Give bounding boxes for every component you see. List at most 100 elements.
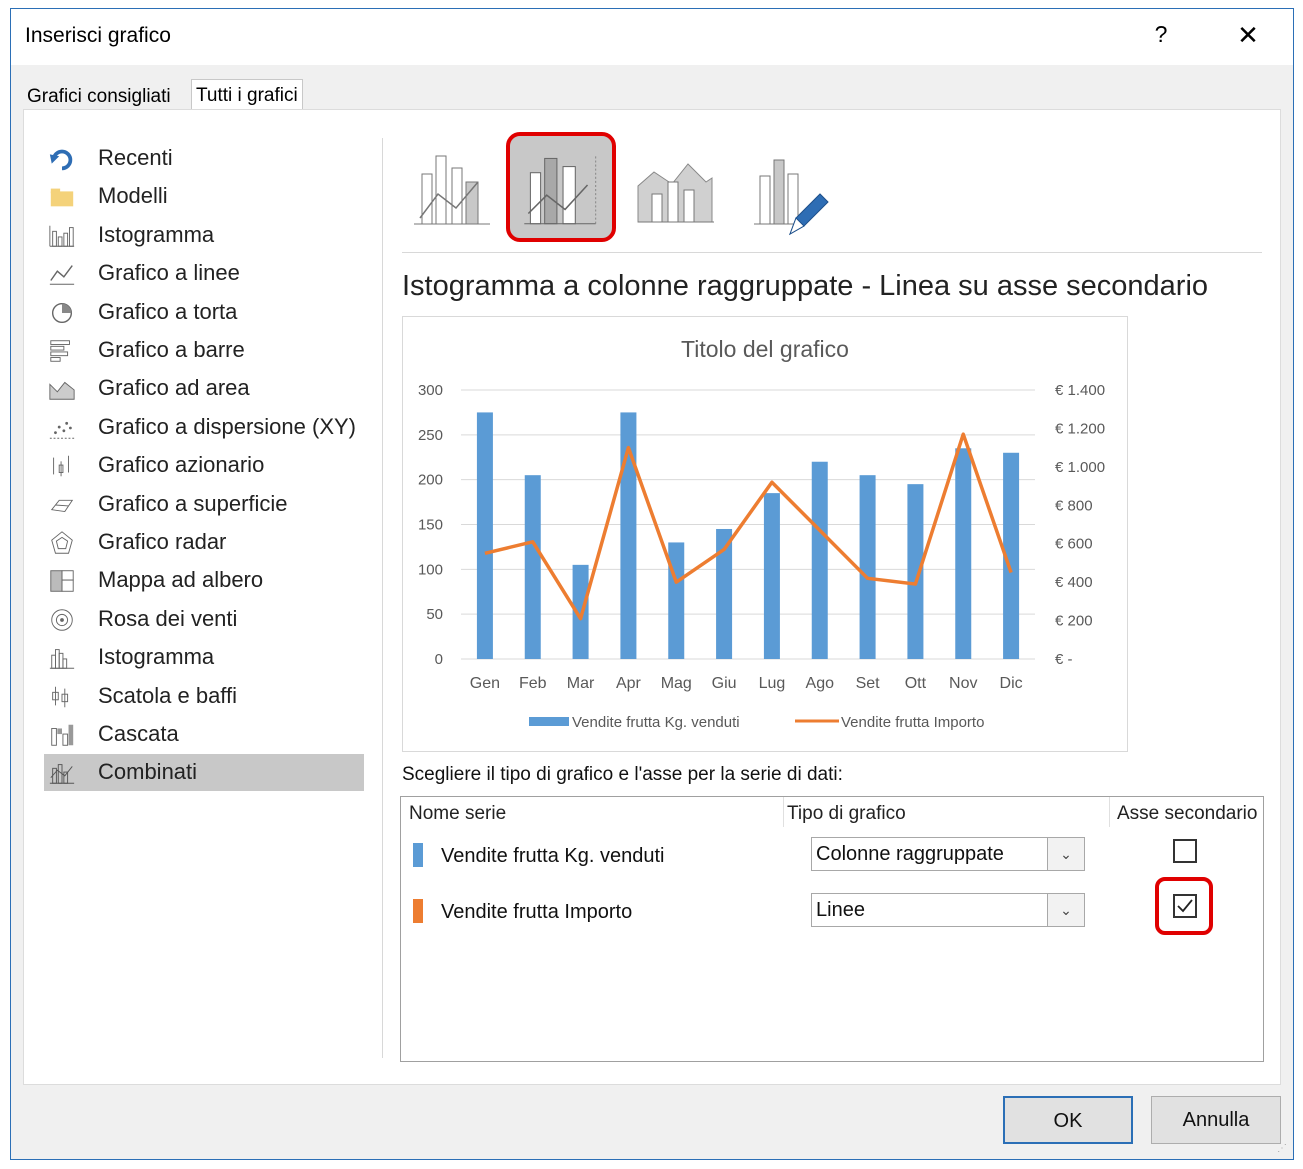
sidebar-item-label: Grafico a dispersione (XY) (98, 413, 356, 439)
clustered-column-line-secondary-axis-icon (524, 156, 597, 225)
series-table: Nome serie Tipo di grafico Asse secondar… (400, 796, 1264, 1062)
recent-icon (48, 145, 76, 173)
bar (763, 493, 780, 659)
sidebar-item[interactable]: Grafico azionario (44, 447, 364, 484)
box-whisker-icon (48, 683, 76, 711)
divider (402, 252, 1262, 253)
sidebar-item-label: Recenti (98, 145, 173, 170)
combo-chart-icon (48, 759, 76, 787)
y-tick-label: 300 (418, 382, 443, 399)
sidebar-item-label: Scatola e baffi (98, 682, 238, 708)
checkmark-icon (1177, 899, 1193, 913)
x-tick-label: Ago (806, 675, 835, 692)
bar (859, 475, 876, 659)
subtype-clustered-column-line[interactable] (408, 138, 508, 238)
series-instruction: Scegliere il tipo di grafico e l'asse pe… (402, 764, 843, 785)
y-tick-label: 0 (435, 651, 443, 668)
chart-type-value: Colonne raggruppate (816, 843, 1004, 865)
secondary-axis-checkbox[interactable] (1173, 894, 1197, 918)
series-name: Vendite frutta Importo (441, 901, 633, 923)
sidebar-item-label: Cascata (98, 721, 179, 746)
x-tick-label: Feb (519, 675, 547, 692)
sidebar-item[interactable]: Scatola e baffi (44, 678, 364, 715)
bar (811, 461, 828, 659)
subtype-stacked-area-clustered-column[interactable] (632, 138, 732, 238)
tab-panel: Recenti Modelli Istogramma Grafico a linee G… (23, 109, 1281, 1085)
title-bar: Inserisci grafico ? ✕ (11, 9, 1293, 65)
chevron-down-icon[interactable]: ⌄ (1047, 894, 1084, 926)
sidebar-item-label: Grafico azionario (98, 452, 265, 478)
series-line (484, 432, 1013, 621)
sidebar-item-label: Grafico a superficie (98, 490, 288, 516)
legend-swatch-bar (529, 717, 569, 726)
sidebar-item[interactable]: Recenti (44, 140, 364, 177)
combo-chart: Titolo del grafico 0 50 100 150 200 250 300 € - €… (418, 336, 1105, 731)
x-tick-label: Giu (712, 675, 737, 692)
sidebar-item[interactable]: Rosa dei venti (44, 601, 364, 638)
sidebar-item-label: Mappa ad albero (98, 567, 264, 593)
sidebar-item[interactable]: Grafico a linee (44, 255, 364, 292)
sidebar-item-label: Modelli (98, 183, 168, 209)
pie-chart-icon (48, 299, 76, 327)
bar (524, 475, 541, 659)
chart-type-select[interactable]: Colonne raggruppate ⌄ (811, 837, 1085, 871)
column-header-chart-type: Tipo di grafico (787, 803, 906, 824)
x-tick-label: Mag (661, 675, 692, 692)
sidebar-item-label: Grafico a linee (98, 260, 240, 286)
cancel-button[interactable]: Annulla (1151, 1096, 1281, 1144)
sidebar-item-label: Grafico radar (98, 529, 227, 554)
x-tick-label: Mar (567, 675, 595, 692)
sidebar-item[interactable]: Istogramma (44, 639, 364, 676)
chevron-down-icon[interactable]: ⌄ (1047, 838, 1084, 870)
sidebar-item[interactable]: Grafico a superficie (44, 486, 364, 523)
resize-grip-icon[interactable]: ⋰ (1277, 1143, 1291, 1157)
sidebar-item[interactable]: Grafico a dispersione (XY) (44, 409, 364, 446)
scatter-chart-icon (48, 414, 76, 442)
column-header-series-name: Nome serie (409, 803, 507, 824)
tab-recommended-charts[interactable]: Grafici consigliati (23, 83, 175, 111)
help-button[interactable]: ? (1147, 21, 1175, 51)
bar (668, 542, 685, 659)
radar-chart-icon (48, 529, 76, 557)
sidebar-item[interactable]: Grafico a barre (44, 332, 364, 369)
x-tick-label: Apr (616, 675, 642, 692)
ok-button[interactable]: OK (1003, 1096, 1133, 1144)
area-chart-icon (48, 375, 76, 403)
sidebar-item[interactable]: Istogramma (44, 217, 364, 254)
y-tick-label: 250 (418, 427, 443, 444)
series-color-swatch (413, 843, 423, 867)
series-color-swatch (413, 899, 423, 923)
chart-subtype-title: Istogramma a colonne raggruppate - Linea… (402, 270, 1209, 302)
close-button[interactable]: ✕ (1233, 21, 1263, 51)
stock-chart-icon (48, 452, 76, 480)
dialog-title: Inserisci grafico (25, 24, 171, 47)
sidebar-item[interactable]: Grafico radar (44, 524, 364, 561)
folder-icon (48, 183, 76, 211)
y2-tick-label: € - (1055, 651, 1073, 668)
sidebar-item-label: Grafico a torta (98, 298, 238, 324)
x-tick-label: Set (856, 675, 881, 692)
sunburst-icon (48, 606, 76, 634)
sidebar-item[interactable]: Modelli (44, 178, 364, 215)
x-tick-label: Lug (759, 675, 786, 692)
x-tick-label: Dic (1000, 675, 1023, 692)
chart-preview: Titolo del grafico 0 50 100 150 200 250 300 € - €… (402, 316, 1128, 752)
chart-type-select[interactable]: Linee ⌄ (811, 893, 1085, 927)
surface-chart-icon (48, 491, 76, 519)
subtype-clustered-column-line-secondary[interactable] (506, 132, 616, 242)
divider (382, 138, 383, 1058)
sidebar-item-label: Rosa dei venti (98, 605, 238, 631)
secondary-axis-checkbox[interactable] (1173, 839, 1197, 863)
y2-tick-label: € 1.200 (1055, 420, 1105, 437)
sidebar-item[interactable]: Cascata (44, 716, 364, 753)
sidebar-item[interactable]: Grafico a torta (44, 294, 364, 331)
sidebar-item[interactable]: Grafico ad area (44, 370, 364, 407)
sidebar-item-label: Istogramma (98, 644, 215, 670)
sidebar-item-label: Grafico a barre (98, 337, 245, 362)
subtype-custom-combination[interactable] (740, 138, 840, 238)
histogram-icon (48, 644, 76, 672)
sidebar-item[interactable]: Combinati (44, 754, 364, 792)
sidebar-item[interactable]: Mappa ad albero (44, 562, 364, 599)
y-tick-label: 200 (418, 472, 443, 489)
sidebar-item-label: Istogramma (98, 221, 215, 247)
